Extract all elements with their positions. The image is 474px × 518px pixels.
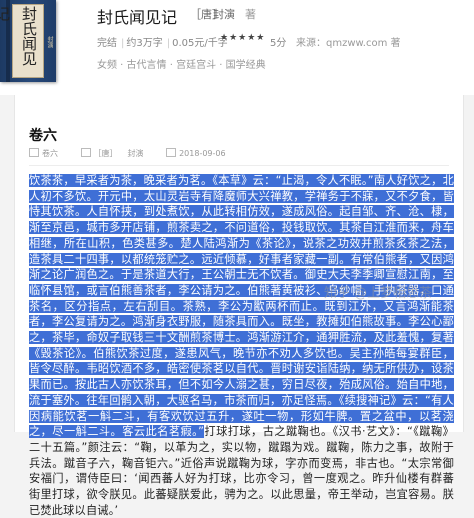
book-cover[interactable]: 封氏闻见记 封演 (0, 0, 56, 82)
rating-score: 5分 (270, 38, 287, 49)
chapter-info: 卷六 ［唐］ 封演 2018-09-06 (29, 148, 246, 159)
book-author-link[interactable]: 封演 (213, 6, 235, 22)
chapter-title: 卷六 (29, 128, 57, 144)
chapter-body[interactable]: 饮茶茶，早采者为茶，晚采者为茗。《本草》云：“止渴，令人不眠。”南人好饮之，北人… (29, 173, 454, 518)
divider (29, 165, 449, 166)
cover-author: 封演 (46, 36, 53, 48)
book-header: 封氏闻见记 封演 封氏闻见记 ［唐］ 封演 著 完结 | 约3万字 | 0.05元/千字… (0, 0, 474, 95)
clock-icon (166, 148, 177, 157)
zhihu-watermark: 知乎 @上梦相思茶 (324, 286, 433, 301)
book-status: 完结 (97, 38, 117, 49)
chapter-content: 卷六 卷六 ［唐］ 封演 2018-09-06 饮茶茶，早采者为茶，晚采者为茗。《… (14, 95, 464, 517)
user-icon (80, 148, 91, 157)
book-tags: 女频 · 古代言情 · 宫廷宫斗 · 国学经典 (97, 60, 266, 71)
rating-stars: ★★★★★ (220, 33, 266, 43)
book-meta: 完结 | 约3万字 | 0.05元/千字 (97, 38, 228, 49)
book-title: 封氏闻见记 (97, 8, 178, 27)
cover-title-plate: 封氏闻见记 (0, 4, 44, 78)
cover-title: 封氏闻见记 (0, 6, 38, 66)
chapter-info-label: 卷六 (42, 149, 58, 158)
selected-text[interactable]: 饮茶茶，早采者为茶，晚采者为茗。《本草》云：“止渴，令人不眠。”南人好饮之，北人… (29, 174, 454, 439)
book-icon (29, 148, 39, 157)
author-role: 著 (245, 8, 256, 21)
chapter-info-dynasty: ［唐］ (93, 149, 118, 158)
chapter-info-author[interactable]: 封演 (128, 149, 144, 158)
body-text: 打球打球，古之蹴鞠也。《汉书·艺文》：“《蹴鞠》二十五篇。”颜注云：“鞠，以革为… (29, 425, 454, 517)
word-count: 约3万字 (126, 38, 163, 49)
book-source: 来源：qmzww.com 著 (296, 38, 401, 49)
chapter-date: 2018-09-06 (179, 149, 226, 158)
